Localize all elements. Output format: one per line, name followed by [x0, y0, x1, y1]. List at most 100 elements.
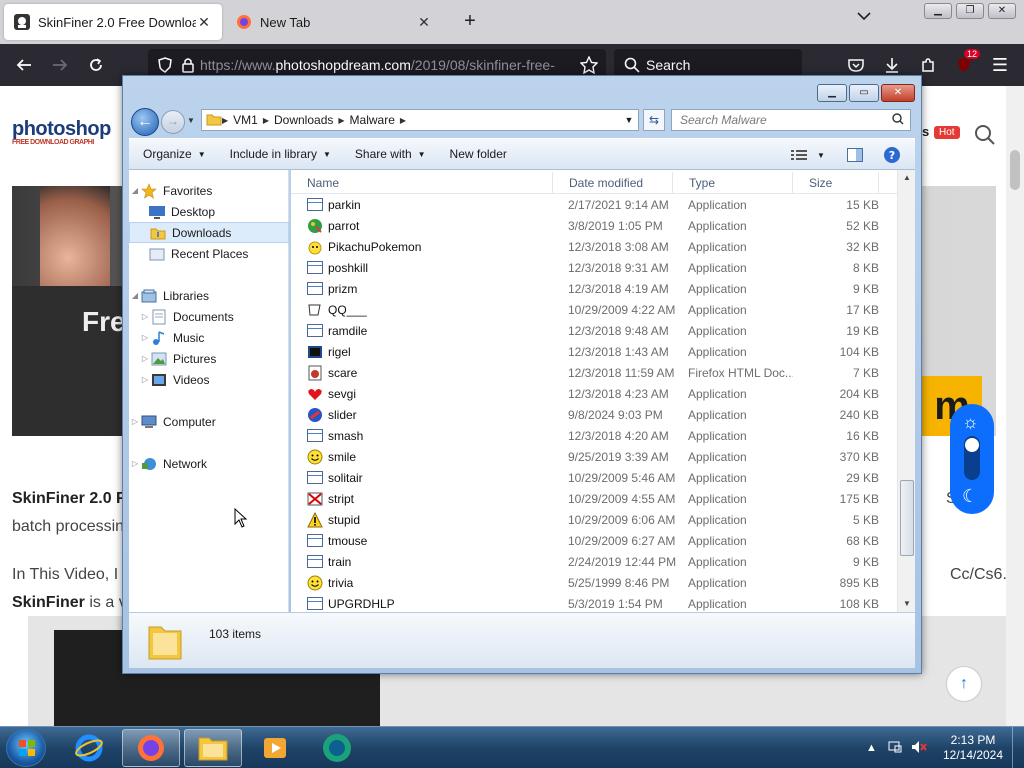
tab-skinfiner[interactable]: SkinFiner 2.0 Free Download For ✕ — [4, 4, 222, 40]
network-status-icon[interactable] — [887, 740, 903, 757]
nav-libraries[interactable]: ◢ Libraries — [129, 285, 289, 306]
ublock-icon[interactable]: 12 — [952, 49, 980, 77]
address-bar[interactable]: ▶ VM1 ▶ Downloads ▶ Malware ▶ ▼ — [201, 109, 639, 131]
window-minimize-button[interactable]: ▁ — [924, 3, 952, 19]
column-header-size[interactable]: Size — [793, 172, 879, 193]
help-button[interactable]: ? — [883, 145, 901, 165]
new-folder-button[interactable]: New folder — [438, 147, 519, 161]
file-row[interactable]: QQ___ 10/29/2009 4:22 AM Application 17 KB — [291, 299, 899, 320]
site-logo[interactable]: photoshop FREE DOWNLOAD GRAPHI — [12, 118, 111, 146]
nav-network[interactable]: ▷ Network — [129, 453, 289, 474]
nav-downloads[interactable]: Downloads — [129, 222, 289, 243]
close-button[interactable]: ✕ — [881, 84, 915, 102]
forward-arrow-icon[interactable] — [48, 53, 72, 77]
windows-explorer-icon — [198, 737, 228, 761]
file-row[interactable]: smash 12/3/2018 4:20 AM Application 16 KB — [291, 425, 899, 446]
breadcrumb-downloads[interactable]: Downloads — [269, 113, 338, 127]
close-icon[interactable]: ✕ — [196, 14, 212, 31]
lock-icon[interactable] — [182, 57, 194, 76]
extensions-icon[interactable] — [916, 53, 940, 77]
volume-muted-icon[interactable] — [911, 740, 927, 757]
column-header-type[interactable]: Type — [673, 172, 793, 193]
show-hidden-icons-icon[interactable]: ▲ — [866, 742, 877, 754]
file-row[interactable]: stript 10/29/2009 4:55 AM Application 175 K… — [291, 488, 899, 509]
parrot-icon — [307, 218, 323, 234]
file-row[interactable]: trivia 5/25/1999 8:46 PM Application 895 KB — [291, 572, 899, 593]
file-row[interactable]: poshkill 12/3/2018 9:31 AM Application 8 KB — [291, 257, 899, 278]
file-row[interactable]: scare 12/3/2018 11:59 AM Firefox HTML Doc.… — [291, 362, 899, 383]
forward-button[interactable]: → — [161, 110, 185, 134]
preview-pane-button[interactable] — [847, 145, 863, 165]
breadcrumb-vm1[interactable]: VM1 — [228, 113, 263, 127]
include-in-library-menu[interactable]: Include in library ▼ — [218, 147, 343, 161]
file-list-scrollbar[interactable]: ▲ ▼ — [897, 170, 915, 612]
nav-favorites[interactable]: ◢ Favorites — [129, 180, 289, 201]
page-scrollbar[interactable] — [1006, 86, 1024, 726]
organize-menu[interactable]: Organize ▼ — [129, 147, 218, 161]
column-header-name[interactable]: Name — [291, 172, 553, 193]
window-close-button[interactable]: ✕ — [988, 3, 1016, 19]
file-row[interactable]: sevgi 12/3/2018 4:23 AM Application 204 KB — [291, 383, 899, 404]
address-dropdown[interactable]: ▼ — [620, 115, 638, 125]
scroll-down-arrow[interactable]: ▼ — [898, 596, 915, 612]
close-icon[interactable]: ✕ — [416, 14, 432, 31]
taskbar-internet-explorer[interactable] — [60, 729, 118, 767]
taskbar-app[interactable] — [308, 729, 366, 767]
file-row[interactable]: prizm 12/3/2018 4:19 AM Application 9 KB — [291, 278, 899, 299]
file-row[interactable]: rigel 12/3/2018 1:43 AM Application 104 KB — [291, 341, 899, 362]
taskbar-windows-explorer[interactable] — [184, 729, 242, 767]
search-input[interactable]: Search Malware — [671, 109, 911, 131]
file-row[interactable]: stupid 10/29/2009 6:06 AM Application 5 KB — [291, 509, 899, 530]
file-name: QQ___ — [328, 302, 367, 317]
file-row[interactable]: train 2/24/2019 12:44 PM Application 9 KB — [291, 551, 899, 572]
window-restore-button[interactable]: ❐ — [956, 3, 984, 19]
file-row[interactable]: UPGRDHLP 5/3/2019 1:54 PM Application 108 K… — [291, 593, 899, 612]
new-tab-button[interactable]: + — [458, 10, 482, 34]
taskbar-media-player[interactable] — [246, 729, 304, 767]
file-row[interactable]: PikachuPokemon 12/3/2018 3:08 AM Applicati… — [291, 236, 899, 257]
reload-icon[interactable] — [84, 53, 108, 77]
column-header-date-modified[interactable]: Date modified — [553, 172, 673, 193]
bookmark-star-icon[interactable] — [579, 55, 599, 77]
clock[interactable]: 2:13 PM 12/14/2024 — [940, 733, 1006, 763]
file-row[interactable]: tmouse 10/29/2009 6:27 AM Application 68 KB — [291, 530, 899, 551]
tab-new-tab[interactable]: New Tab ✕ — [226, 4, 442, 40]
nav-videos[interactable]: ▷ Videos — [129, 369, 289, 390]
file-row[interactable]: parkin 2/17/2021 9:14 AM Application 15 KB — [291, 194, 899, 215]
tracking-shield-icon[interactable] — [158, 57, 172, 76]
back-arrow-icon[interactable] — [12, 53, 36, 77]
scroll-up-arrow[interactable]: ▲ — [898, 170, 915, 186]
nav-pictures[interactable]: ▷ Pictures — [129, 348, 289, 369]
nav-computer[interactable]: ▷ Computer — [129, 411, 289, 432]
menu-hamburger-icon[interactable]: ☰ — [988, 53, 1012, 77]
file-row[interactable]: parrot 3/8/2019 1:05 PM Application 52 KB — [291, 215, 899, 236]
show-desktop-button[interactable] — [1012, 727, 1024, 768]
file-row[interactable]: ramdile 12/3/2018 9:48 AM Application 19 KB — [291, 320, 899, 341]
scrollbar-thumb[interactable] — [900, 480, 914, 556]
back-button[interactable]: ← — [131, 108, 159, 136]
nav-recent-places[interactable]: Recent Places — [129, 243, 289, 264]
recent-pages-dropdown[interactable]: ▼ — [187, 116, 195, 125]
breadcrumb-malware[interactable]: Malware — [345, 113, 400, 127]
help-icon: ? — [884, 147, 900, 163]
share-with-menu[interactable]: Share with ▼ — [343, 147, 438, 161]
scroll-to-top-button[interactable]: ↑ — [946, 666, 982, 702]
nav-menu-item[interactable]: s — [922, 124, 929, 139]
nav-music[interactable]: ▷ Music — [129, 327, 289, 348]
file-row[interactable]: solitair 10/29/2009 5:46 AM Application 29 … — [291, 467, 899, 488]
list-all-tabs-button[interactable] — [852, 10, 876, 34]
dark-mode-toggle[interactable]: ☼ ☾ — [950, 404, 994, 514]
nav-documents[interactable]: ▷ Documents — [129, 306, 289, 327]
nav-desktop[interactable]: Desktop — [129, 201, 289, 222]
minimize-button[interactable]: ▁ — [817, 84, 847, 102]
taskbar-firefox[interactable] — [122, 729, 180, 767]
maximize-button[interactable]: ▭ — [849, 84, 879, 102]
file-row[interactable]: slider 9/8/2024 9:03 PM Application 240 KB — [291, 404, 899, 425]
start-button[interactable] — [6, 729, 46, 767]
refresh-button[interactable]: ⇆ — [643, 109, 665, 131]
search-icon[interactable] — [974, 124, 996, 146]
file-row[interactable]: smile 9/25/2019 3:39 AM Application 370 KB — [291, 446, 899, 467]
view-options-button[interactable]: ▼ — [791, 145, 825, 165]
pocket-icon[interactable] — [844, 53, 868, 77]
downloads-icon[interactable] — [880, 53, 904, 77]
